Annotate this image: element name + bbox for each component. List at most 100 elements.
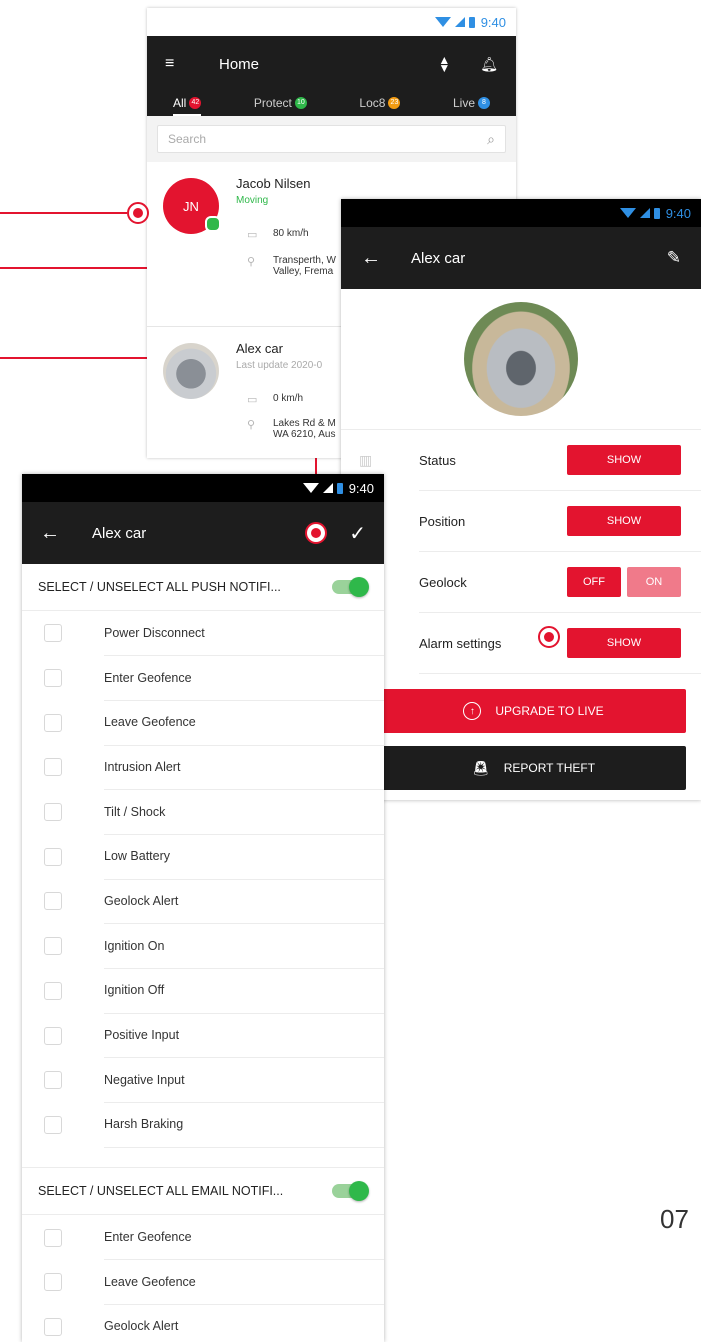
notification-option[interactable]: Ignition Off [22,969,384,1014]
notification-option[interactable]: Negative Input [22,1057,384,1104]
location-pin-icon: ⚲ [247,419,256,431]
wifi-icon [302,483,319,493]
search-icon: ⌕ [487,130,495,147]
push-notification-list: Power Disconnect Enter Geofence Leave Geof… [22,611,384,1148]
edit-icon[interactable]: ✎ [667,248,681,268]
notification-option[interactable]: Geolock Alert [22,879,384,925]
notification-label: Harsh Braking [104,1102,384,1148]
email-toggle[interactable] [332,1181,369,1202]
report-theft-label: REPORT THEFT [503,761,596,775]
notification-label: Negative Input [104,1057,384,1104]
notification-option[interactable]: Positive Input [22,1013,384,1059]
notification-checkbox[interactable] [44,1071,62,1090]
expand-collapse-icon[interactable]: ▲ ▼ [438,54,450,74]
row-label: Geolock [419,574,467,590]
status-bar: 9:40 [147,8,516,36]
home-appbar: ≡ Home ▲ ▼ 🔔︎ [147,36,516,92]
tab-protect[interactable]: Protect 10 [254,96,307,116]
notification-option[interactable]: Leave Geofence [22,700,384,746]
geolock-on-button[interactable]: ON [627,567,681,597]
push-header: SELECT / UNSELECT ALL PUSH NOTIFI... [38,580,281,594]
notif-appbar: ← Alex car ✓ [22,502,384,564]
device-detail-screen: 9:40 ← Alex car ✎ ▥ Status SHOW Position… [341,199,701,800]
siren-icon: 🚨︎ [471,759,490,776]
tab-live[interactable]: Live 8 [453,96,490,116]
notification-option[interactable]: Leave Geofence [22,1260,384,1306]
notification-option[interactable]: Enter Geofence [22,1215,384,1261]
notification-option[interactable]: Ignition On [22,924,384,969]
page-title: Alex car [411,249,466,267]
push-select-all-row: SELECT / UNSELECT ALL PUSH NOTIFI... [22,564,384,611]
device-speed: 80 km/h [273,228,309,239]
notification-checkbox[interactable] [44,1273,62,1292]
notification-option[interactable]: Enter Geofence [22,656,384,701]
device-address-line2: WA 6210, Aus [273,429,336,440]
upgrade-to-live-button[interactable]: ↑ UPGRADE TO LIVE [381,689,686,733]
position-show-button[interactable]: SHOW [567,506,681,536]
notification-checkbox[interactable] [44,847,62,866]
tab-badge: 8 [478,97,490,109]
notification-checkbox[interactable] [44,1317,62,1336]
tab-loc8[interactable]: Loc8 23 [359,96,401,116]
online-dot [205,216,221,232]
notification-checkbox[interactable] [44,669,62,688]
car-avatar [163,343,219,399]
notification-checkbox[interactable] [44,758,62,777]
callout-marker [127,202,149,224]
geolock-off-button[interactable]: OFF [567,567,621,597]
status-time: 9:40 [665,205,691,221]
status-bar: 9:40 [22,474,384,502]
back-arrow-icon[interactable]: ← [40,522,60,545]
search-input[interactable]: Search ⌕ [157,125,506,153]
row-label: Alarm settings [419,635,502,651]
notification-option[interactable]: Harsh Braking [22,1103,384,1148]
search-placeholder: Search [168,132,207,146]
notification-label: Enter Geofence [104,655,384,701]
notification-checkbox[interactable] [44,624,62,643]
notification-checkbox[interactable] [44,892,62,911]
upload-arrow-icon: ↑ [463,702,482,720]
wifi-icon [434,17,451,27]
confirm-check-icon[interactable]: ✓ [349,521,366,546]
notification-checkbox[interactable] [44,1026,62,1045]
status-row: Status SHOW [419,430,701,491]
page-title: Home [219,55,260,73]
notification-checkbox[interactable] [44,1228,62,1247]
notification-label: Leave Geofence [104,700,384,746]
sort-icon[interactable]: ≡ [165,55,185,73]
notification-checkbox[interactable] [44,981,62,1000]
back-arrow-icon[interactable]: ← [361,247,381,270]
notification-label: Intrusion Alert [104,745,384,791]
notification-option[interactable]: Power Disconnect [22,611,384,657]
battery-icon [468,16,475,28]
notification-checkbox[interactable] [44,1115,62,1134]
car-icon: ▭ [247,229,258,241]
email-notification-list: Enter Geofence Leave Geofence Geolock Aler… [22,1215,384,1342]
notification-label: Positive Input [104,1013,384,1059]
notification-option[interactable]: Geolock Alert [22,1305,384,1342]
notification-checkbox[interactable] [44,713,62,732]
detail-appbar: ← Alex car ✎ [341,227,701,289]
callout-marker [305,522,327,544]
notification-checkbox[interactable] [44,937,62,956]
position-row: Position SHOW [419,491,701,552]
status-time: 9:40 [348,480,374,496]
notification-label: Geolock Alert [104,1304,384,1342]
avatar: JN [163,178,221,234]
signal-icon [454,17,465,27]
notification-checkbox[interactable] [44,803,62,822]
notification-option[interactable]: Intrusion Alert [22,745,384,791]
tab-all[interactable]: All 42 [173,96,202,116]
push-toggle[interactable] [332,577,369,597]
filter-tabs: All 42 Protect 10 Loc8 23 Live 8 [147,92,516,116]
chart-icon: ▥ [359,452,373,468]
notification-option[interactable]: Tilt / Shock [22,790,384,835]
notification-label: Low Battery [104,834,384,880]
bell-icon[interactable]: 🔔︎ [480,56,498,73]
notification-option[interactable]: Low Battery [22,834,384,880]
report-theft-button[interactable]: 🚨︎ REPORT THEFT [381,746,686,790]
status-show-button[interactable]: SHOW [567,445,681,475]
notification-label: Ignition On [104,923,384,969]
row-label: Position [419,513,466,529]
alarm-settings-show-button[interactable]: SHOW [567,628,681,658]
